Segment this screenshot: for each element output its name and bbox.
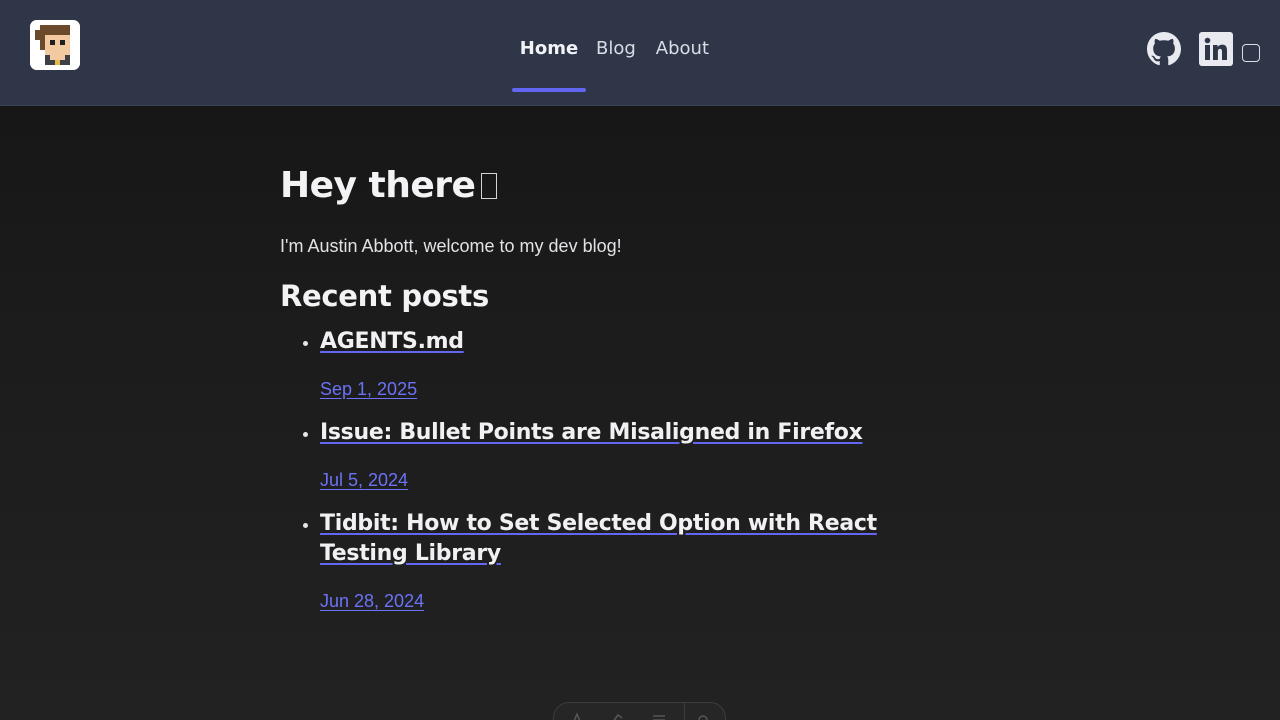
tool-icon-2[interactable] xyxy=(610,713,624,720)
nav-blog[interactable]: Blog xyxy=(596,0,636,92)
recent-posts-list: AGENTS.md Sep 1, 2025 Issue: Bullet Poin… xyxy=(280,327,1000,612)
post-title-link[interactable]: Tidbit: How to Set Selected Option with … xyxy=(320,511,877,566)
pixel-avatar-logo-icon xyxy=(30,20,80,70)
linkedin-icon xyxy=(1199,32,1233,66)
menu-icon[interactable] xyxy=(652,713,666,720)
github-icon xyxy=(1147,32,1181,66)
floating-toolbar xyxy=(553,702,726,720)
post-title-link[interactable]: AGENTS.md xyxy=(320,329,464,354)
post-date-link[interactable]: Jul 5, 2024 xyxy=(320,470,408,491)
site-logo[interactable] xyxy=(30,20,80,70)
post-title-link[interactable]: Issue: Bullet Points are Misaligned in F… xyxy=(320,420,863,445)
list-item: Issue: Bullet Points are Misaligned in F… xyxy=(280,418,1000,491)
post-date-link[interactable]: Jun 28, 2024 xyxy=(320,591,424,612)
list-item: AGENTS.md Sep 1, 2025 xyxy=(280,327,1000,400)
gear-icon[interactable] xyxy=(696,713,710,720)
wave-emoji-icon xyxy=(481,173,498,199)
page-title: Hey there xyxy=(280,160,1000,212)
main-nav: Home Blog About xyxy=(512,0,709,106)
theme-toggle-button[interactable] xyxy=(1242,44,1260,62)
github-link[interactable] xyxy=(1147,32,1181,70)
nav-home[interactable]: Home xyxy=(512,0,586,92)
list-item: Tidbit: How to Set Selected Option with … xyxy=(280,509,1000,612)
site-header: Home Blog About xyxy=(0,0,1280,106)
nav-about[interactable]: About xyxy=(656,0,709,92)
tool-icon-1[interactable] xyxy=(570,713,584,720)
post-date-link[interactable]: Sep 1, 2025 xyxy=(320,379,417,400)
intro-text: I'm Austin Abbott, welcome to my dev blo… xyxy=(280,236,622,256)
recent-posts-heading: Recent posts xyxy=(280,279,489,313)
page-title-text: Hey there xyxy=(280,165,476,206)
toolbar-divider xyxy=(684,703,685,720)
linkedin-link[interactable] xyxy=(1199,32,1233,70)
main-content: Hey there I'm Austin Abbott, welcome to … xyxy=(280,160,1000,630)
